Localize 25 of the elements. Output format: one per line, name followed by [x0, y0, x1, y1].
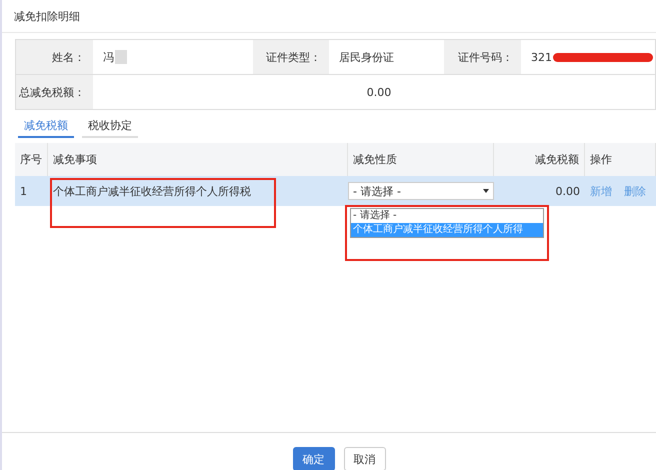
- cancel-button[interactable]: 取消: [344, 447, 386, 470]
- select-field[interactable]: - 请选择 -: [348, 182, 494, 200]
- column-header: 减免税额: [494, 143, 585, 176]
- tab[interactable]: 减免税额: [18, 114, 74, 138]
- dialog-title: 减免扣除明细: [2, 0, 656, 33]
- table-cell: 0.00: [494, 176, 585, 206]
- column-header: 减免事项: [48, 143, 348, 176]
- field-value: 321: [521, 40, 655, 75]
- table-cell: 个体工商户减半征收经营所得个人所得税: [48, 176, 348, 206]
- field-label: 证件号码：: [444, 40, 521, 75]
- column-header: 序号: [15, 143, 48, 176]
- table-cell: 1: [15, 176, 48, 206]
- confirm-button[interactable]: 确定: [292, 447, 334, 470]
- field-label: 姓名：: [16, 40, 93, 75]
- field-value: 冯: [93, 40, 253, 75]
- action-link[interactable]: 删除: [624, 184, 646, 198]
- dropdown-option[interactable]: 个体工商户减半征收经营所得个人所得: [351, 223, 543, 237]
- tab[interactable]: 税收协定: [82, 114, 138, 138]
- action-link[interactable]: 新增: [590, 184, 612, 198]
- column-header: 减免性质: [348, 143, 494, 176]
- column-header: 操作: [585, 143, 656, 176]
- field-value: 0.00: [366, 84, 392, 100]
- field-label: 总减免税额：: [16, 75, 93, 109]
- field-label: 证件类型：: [253, 40, 329, 75]
- caret-icon: [483, 189, 489, 193]
